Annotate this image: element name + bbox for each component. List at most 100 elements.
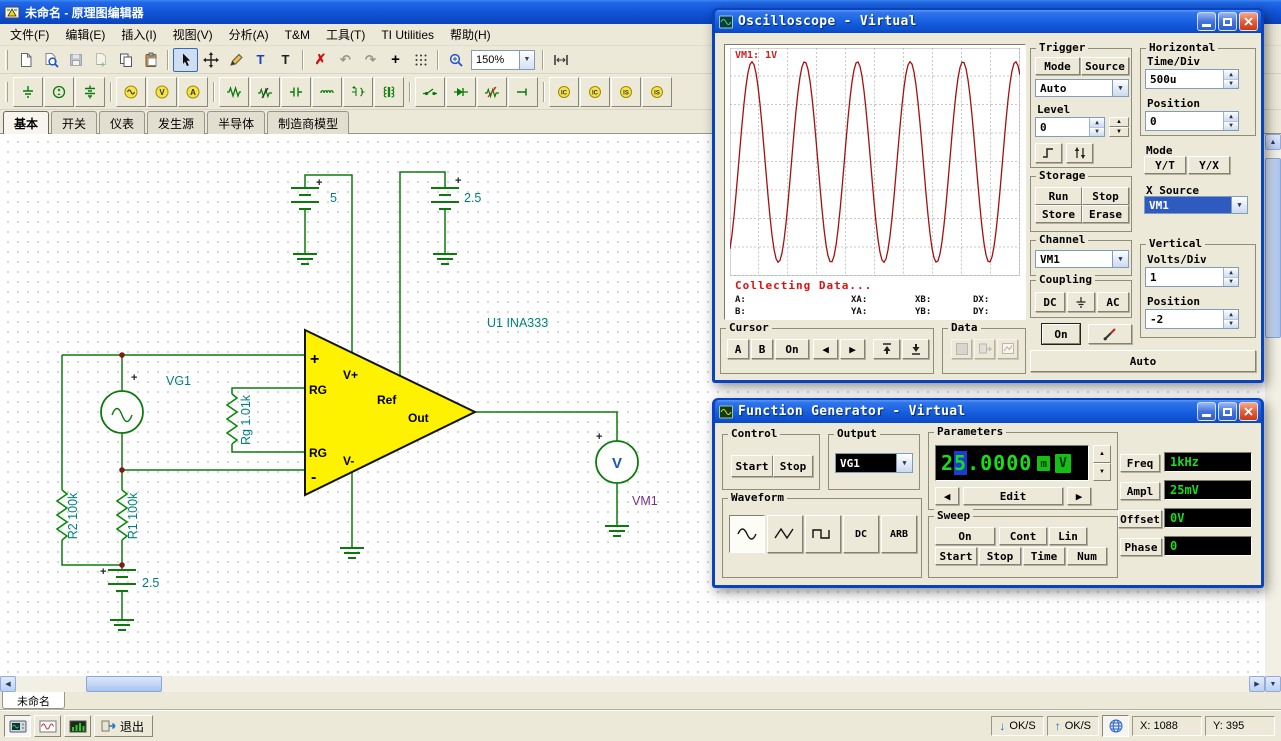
polarized-capacitor-component-button[interactable] — [343, 76, 373, 107]
data-save-button[interactable] — [951, 339, 972, 359]
print-preview-button[interactable] — [38, 48, 63, 72]
coupling-ground-button[interactable] — [1067, 292, 1095, 312]
phase-button[interactable]: Phase — [1120, 538, 1162, 556]
scroll-up-icon[interactable]: ▲ — [1265, 134, 1281, 150]
spin-up-icon[interactable]: ▲ — [1224, 310, 1238, 320]
erase-button[interactable]: Erase — [1082, 205, 1129, 223]
cursor-jump-up-button[interactable] — [873, 339, 900, 359]
fg-start-button[interactable]: Start — [731, 455, 773, 477]
spin-up-icon[interactable]: ▲ — [1224, 70, 1238, 80]
data-graph-button[interactable] — [997, 339, 1018, 359]
tab-basic[interactable]: 基本 — [3, 111, 50, 134]
network-globe-button[interactable] — [1102, 715, 1129, 737]
mode-yt-button[interactable]: Y/T — [1144, 156, 1186, 174]
spin-down-icon[interactable]: ▼ — [1224, 277, 1238, 286]
scroll-right-icon[interactable]: ▶ — [1249, 676, 1265, 692]
sweep-time-button[interactable]: Time — [1023, 547, 1065, 565]
controlled-source-ic1-button[interactable]: IC — [549, 76, 579, 107]
channel-select[interactable]: VM1 ▼ — [1035, 250, 1129, 268]
ammeter-component-button[interactable]: A — [178, 76, 208, 107]
battery-2v5-top-symbol[interactable] — [431, 187, 459, 210]
controlled-source-ic2-button[interactable]: IC — [580, 76, 610, 107]
sweep-lin-button[interactable]: Lin — [1049, 527, 1087, 545]
minimize-button[interactable] — [1197, 12, 1216, 31]
waveform-arb-button[interactable]: ARB — [881, 515, 917, 553]
horizontal-scroll-thumb[interactable] — [86, 676, 162, 692]
edit-button[interactable]: Edit — [963, 487, 1063, 505]
transformer-component-button[interactable] — [374, 76, 404, 107]
function-generator-tool-button[interactable] — [34, 715, 61, 737]
terminal-component-button[interactable] — [508, 76, 538, 107]
vertical-scroll-thumb[interactable] — [1265, 158, 1281, 338]
toolbar-grip[interactable] — [5, 81, 8, 102]
sheet-tab[interactable]: 未命名 — [2, 692, 65, 709]
dropdown-arrow-icon[interactable]: ▼ — [1231, 197, 1247, 213]
nudge-up-icon[interactable]: ▲ — [1093, 445, 1111, 463]
battery-5v-symbol[interactable] — [291, 187, 319, 210]
waveform-triangle-button[interactable] — [767, 515, 803, 553]
voltmeter-vm1-symbol[interactable]: V — [595, 440, 639, 484]
auto-scale-button[interactable]: Auto — [1030, 350, 1256, 372]
voltsdiv-spinner[interactable]: 1 ▲ ▼ — [1145, 267, 1239, 287]
oscilloscope-tool-button[interactable] — [4, 715, 31, 737]
dropdown-arrow-icon[interactable]: ▼ — [896, 454, 912, 472]
data-export-button[interactable] — [974, 339, 995, 359]
battery-2v5-bottom-symbol[interactable] — [108, 569, 136, 592]
waveform-dc-button[interactable]: DC — [843, 515, 879, 553]
store-button[interactable]: Store — [1035, 205, 1082, 223]
opamp-body[interactable] — [304, 328, 478, 497]
dropdown-arrow-icon[interactable]: ▼ — [1112, 251, 1128, 267]
sweep-start-button[interactable]: Start — [935, 547, 977, 565]
tab-sources[interactable]: 发生源 — [147, 111, 206, 134]
ground-component-button[interactable] — [13, 76, 43, 107]
close-button[interactable] — [1239, 12, 1258, 31]
maximize-button[interactable] — [1218, 12, 1237, 31]
undo-button[interactable]: ↶ — [333, 48, 358, 72]
dc-source-component-button[interactable] — [44, 76, 74, 107]
sweep-cont-button[interactable]: Cont — [999, 527, 1047, 545]
new-file-button[interactable] — [13, 48, 38, 72]
cursor-right-button[interactable]: ▶ — [840, 339, 865, 359]
spin-down-icon[interactable]: ▼ — [1224, 319, 1238, 328]
function-generator-titlebar[interactable]: Function Generator - Virtual — [715, 400, 1261, 423]
trigger-mode-button[interactable]: Mode — [1035, 57, 1080, 75]
move-tool-button[interactable] — [198, 48, 223, 72]
menu-help[interactable]: 帮助(H) — [442, 23, 499, 46]
redo-button[interactable]: ↷ — [358, 48, 383, 72]
ampl-button[interactable]: Ampl — [1120, 482, 1160, 500]
inductor-component-button[interactable] — [312, 76, 342, 107]
spin-down-icon[interactable]: ▼ — [1090, 127, 1104, 136]
delete-button[interactable]: ✗ — [308, 48, 333, 72]
grid-toggle-button[interactable] — [408, 48, 433, 72]
timediv-spinner[interactable]: 500u ▲ ▼ — [1145, 69, 1239, 89]
spin-up-icon[interactable]: ▲ — [1224, 268, 1238, 278]
maximize-button[interactable] — [1218, 402, 1237, 421]
channel-on-button[interactable]: On — [1041, 323, 1081, 345]
sweep-num-button[interactable]: Num — [1067, 547, 1107, 565]
mode-yx-button[interactable]: Y/X — [1188, 156, 1230, 174]
menu-insert[interactable]: 插入(I) — [113, 23, 164, 46]
nudge-down-icon[interactable]: ▼ — [1093, 463, 1111, 481]
menu-ti-utilities[interactable]: TI Utilities — [373, 25, 442, 45]
pen-tool-button[interactable] — [223, 48, 248, 72]
meter-tool-button[interactable] — [64, 715, 91, 737]
sweep-stop-button[interactable]: Stop — [979, 547, 1021, 565]
cursor-b-button[interactable]: B — [751, 339, 773, 359]
trigger-source-button[interactable]: Source — [1081, 57, 1129, 75]
close-button[interactable] — [1239, 402, 1258, 421]
oscilloscope-titlebar[interactable]: Oscilloscope - Virtual — [715, 10, 1261, 33]
coupling-dc-button[interactable]: DC — [1035, 292, 1065, 312]
fg-stop-button[interactable]: Stop — [773, 455, 813, 477]
vertical-position-spinner[interactable]: -2 ▲ ▼ — [1145, 309, 1239, 329]
text-tool-button[interactable]: T — [248, 48, 273, 72]
exit-button[interactable]: 退出 — [94, 715, 154, 737]
trigger-rising-edge-button[interactable] — [1035, 143, 1062, 163]
signal-source-component-button[interactable] — [116, 76, 146, 107]
toolbar-grip[interactable] — [5, 49, 8, 70]
tab-meters[interactable]: 仪表 — [99, 111, 146, 134]
copy-button[interactable] — [113, 48, 138, 72]
capacitor-component-button[interactable] — [281, 76, 311, 107]
resistor-component-button[interactable] — [219, 76, 249, 107]
cursor-on-button[interactable]: On — [775, 339, 809, 359]
menu-edit[interactable]: 编辑(E) — [57, 23, 113, 46]
